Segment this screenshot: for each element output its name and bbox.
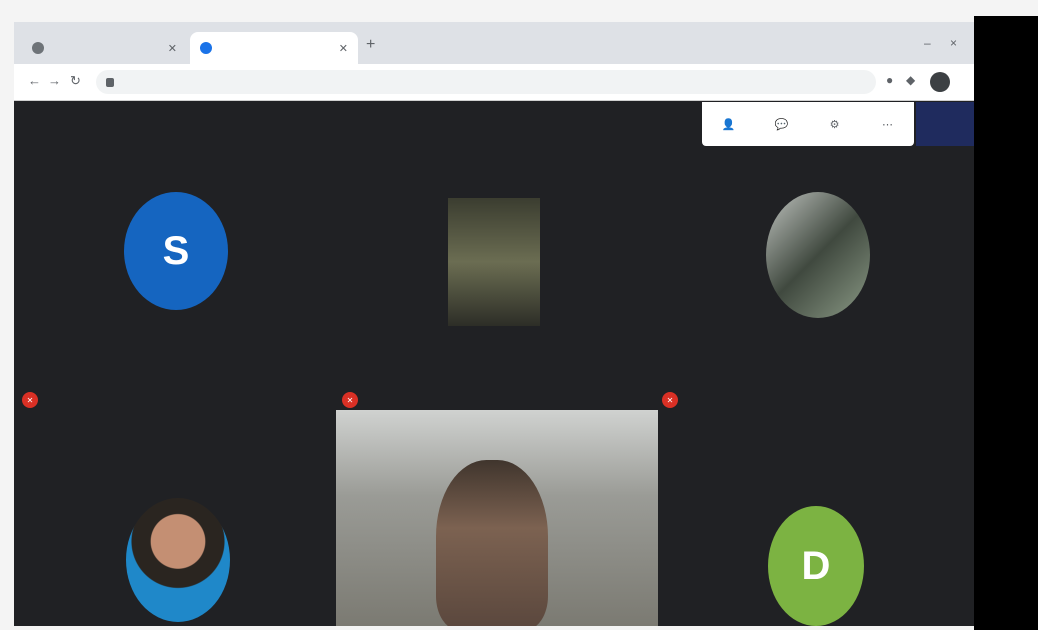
participant-tile[interactable]	[14, 432, 334, 626]
avatar: D	[768, 506, 864, 626]
avatar	[126, 498, 230, 622]
new-tab-icon[interactable]: +	[366, 36, 375, 54]
participant-tile[interactable]: ✕	[654, 152, 974, 432]
name-tag: ✕	[22, 392, 46, 408]
activities-icon[interactable]: ⚙	[821, 110, 849, 138]
extension-icon[interactable]: ◆	[906, 73, 915, 87]
avatar	[766, 192, 870, 318]
self-view-thumbnail[interactable]	[916, 102, 974, 146]
close-icon[interactable]: ✕	[168, 42, 177, 55]
favicon-icon	[200, 42, 212, 54]
avatar[interactable]	[930, 72, 950, 92]
chat-icon[interactable]: 💬	[768, 110, 796, 138]
minimize-icon[interactable]: –	[924, 36, 931, 50]
mic-off-icon: ✕	[22, 392, 38, 408]
participant-video	[436, 460, 548, 626]
meeting-controls: 👤 💬 ⚙ ⋯	[702, 102, 914, 146]
meeting-window: ✕ ✕ + – × ← → ↻ ● ◆ 👤 💬 ⚙ ⋯ S ✕ ✕ ✕ D	[14, 22, 974, 626]
forward-icon[interactable]: →	[48, 73, 61, 88]
mic-off-icon: ✕	[342, 392, 358, 408]
close-window-icon[interactable]: ×	[950, 36, 957, 50]
lock-icon	[106, 77, 114, 87]
more-options-icon[interactable]: ⋯	[874, 110, 902, 138]
tab-strip: ✕ ✕ + – ×	[14, 22, 974, 64]
participant-tile[interactable]: D	[658, 432, 974, 626]
address-bar[interactable]	[96, 70, 876, 94]
name-tag: ✕	[342, 392, 366, 408]
participant-tile[interactable]: ✕	[334, 152, 654, 432]
tab-inactive[interactable]: ✕	[22, 32, 187, 64]
tab-active[interactable]: ✕	[190, 32, 358, 64]
name-tag: ✕	[662, 392, 686, 408]
participant-tile[interactable]: S ✕	[14, 152, 334, 432]
mic-off-icon: ✕	[662, 392, 678, 408]
people-icon[interactable]: 👤	[715, 110, 743, 138]
reload-icon[interactable]: ↻	[70, 73, 81, 89]
video-tile[interactable]	[336, 410, 658, 626]
screen-edge	[974, 16, 1038, 630]
favicon-icon	[32, 42, 44, 54]
avatar: S	[124, 192, 228, 310]
close-icon[interactable]: ✕	[339, 42, 348, 55]
browser-toolbar: ← → ↻ ● ◆	[14, 64, 974, 101]
back-icon[interactable]: ←	[28, 73, 41, 88]
extension-icon[interactable]: ●	[886, 73, 893, 87]
participant-photo	[448, 198, 540, 326]
